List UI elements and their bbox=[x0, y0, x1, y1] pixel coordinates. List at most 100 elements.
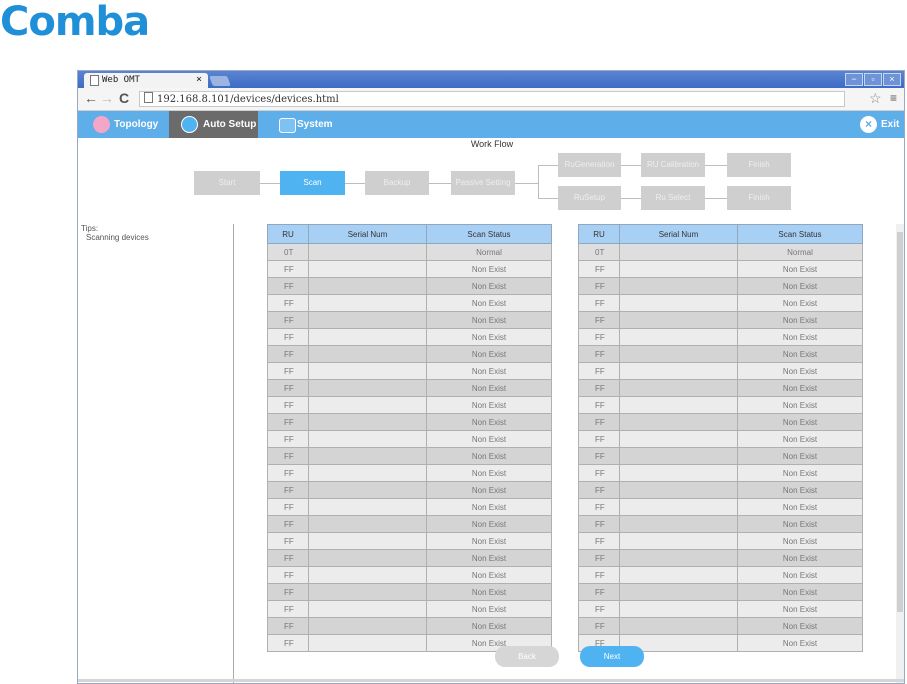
table-row: FF Non Exist bbox=[578, 583, 863, 601]
serial-num-cell bbox=[619, 430, 738, 448]
workflow-title: Work Flow bbox=[470, 139, 514, 149]
menu-topology[interactable]: Topology bbox=[78, 111, 163, 138]
browser-tab[interactable]: Web OMT × bbox=[84, 73, 208, 88]
ru-cell: FF bbox=[578, 515, 620, 533]
scan-status-cell: Non Exist bbox=[426, 617, 552, 635]
comba-logo: Comba bbox=[0, 0, 150, 45]
ru-cell: FF bbox=[267, 464, 309, 482]
next-button[interactable]: Next bbox=[580, 646, 644, 667]
forward-arrow-icon[interactable]: → bbox=[100, 90, 114, 106]
scan-status-cell: Non Exist bbox=[737, 362, 863, 380]
close-window-button[interactable]: × bbox=[883, 73, 901, 86]
scan-status-cell: Non Exist bbox=[426, 481, 552, 499]
serial-num-cell bbox=[619, 515, 738, 533]
address-bar: ← → C 192.168.8.101/devices/devices.html… bbox=[78, 88, 904, 111]
scan-status-cell: Non Exist bbox=[426, 498, 552, 516]
ru-cell: FF bbox=[578, 481, 620, 499]
scan-status-cell: Non Exist bbox=[737, 277, 863, 295]
ru-cell: FF bbox=[578, 260, 620, 278]
page-scrollbar[interactable] bbox=[896, 224, 904, 683]
exit-icon: × bbox=[860, 116, 877, 133]
scan-table-left: RU Serial Num Scan Status 0T Normal FF Non … bbox=[267, 224, 552, 652]
column-header: Serial Num bbox=[308, 224, 427, 244]
serial-num-cell bbox=[619, 549, 738, 567]
serial-num-cell bbox=[308, 566, 427, 584]
ru-cell: FF bbox=[578, 532, 620, 550]
new-tab-button[interactable] bbox=[209, 76, 231, 86]
ru-cell: FF bbox=[578, 379, 620, 397]
ru-cell: 0T bbox=[267, 243, 309, 261]
ru-cell: FF bbox=[267, 583, 309, 601]
scan-status-cell: Non Exist bbox=[426, 260, 552, 278]
column-header: RU bbox=[267, 224, 309, 244]
serial-num-cell bbox=[619, 447, 738, 465]
url-text: 192.168.8.101/devices/devices.html bbox=[157, 94, 339, 105]
scrollbar-thumb[interactable] bbox=[897, 232, 903, 612]
table-row: FF Non Exist bbox=[267, 430, 552, 448]
scan-status-cell: Non Exist bbox=[737, 498, 863, 516]
system-icon bbox=[279, 118, 296, 133]
ru-cell: FF bbox=[267, 515, 309, 533]
menu-exit[interactable]: × Exit bbox=[859, 111, 904, 138]
serial-num-cell bbox=[308, 634, 427, 652]
scan-status-cell: Non Exist bbox=[737, 481, 863, 499]
ru-cell: FF bbox=[267, 396, 309, 414]
scan-status-cell: Non Exist bbox=[737, 447, 863, 465]
step-ru-calibration: RU Calibration bbox=[641, 153, 705, 177]
step-ru-select: Ru Select bbox=[641, 186, 705, 210]
serial-num-cell bbox=[308, 243, 427, 261]
workflow-connector bbox=[538, 165, 558, 166]
serial-num-cell bbox=[619, 413, 738, 431]
ru-cell: FF bbox=[267, 413, 309, 431]
page-icon bbox=[90, 75, 99, 86]
scan-status-cell: Non Exist bbox=[426, 583, 552, 601]
ru-cell: FF bbox=[578, 617, 620, 635]
ru-cell: FF bbox=[267, 498, 309, 516]
scan-status-cell: Non Exist bbox=[737, 549, 863, 567]
ru-cell: FF bbox=[267, 430, 309, 448]
maximize-button[interactable]: ▫ bbox=[864, 73, 882, 86]
serial-num-cell bbox=[308, 328, 427, 346]
ru-cell: FF bbox=[578, 362, 620, 380]
scan-status-cell: Non Exist bbox=[737, 464, 863, 482]
scan-status-cell: Non Exist bbox=[737, 515, 863, 533]
ru-cell: FF bbox=[578, 566, 620, 584]
bookmark-star-icon[interactable]: ☆ bbox=[869, 90, 882, 107]
ru-cell: FF bbox=[578, 345, 620, 363]
column-header: Serial Num bbox=[619, 224, 738, 244]
minimize-button[interactable]: − bbox=[845, 73, 863, 86]
scan-status-cell: Non Exist bbox=[426, 362, 552, 380]
step-start: Start bbox=[194, 171, 260, 195]
step-finish-lower: Finish bbox=[727, 186, 791, 210]
column-header: Scan Status bbox=[426, 224, 552, 244]
menu-auto-setup[interactable]: Auto Setup bbox=[169, 111, 258, 138]
table-row: FF Non Exist bbox=[267, 379, 552, 397]
serial-num-cell bbox=[619, 464, 738, 482]
table-row: FF Non Exist bbox=[267, 464, 552, 482]
serial-num-cell bbox=[619, 498, 738, 516]
step-ru-setup: RuSetup bbox=[558, 186, 621, 210]
back-arrow-icon[interactable]: ← bbox=[84, 90, 98, 106]
tab-close-icon[interactable]: × bbox=[196, 74, 202, 85]
table-row: FF Non Exist bbox=[267, 413, 552, 431]
table-row: FF Non Exist bbox=[578, 362, 863, 380]
serial-num-cell bbox=[619, 328, 738, 346]
back-button[interactable]: Back bbox=[495, 646, 559, 667]
menu-icon[interactable]: ≡ bbox=[890, 91, 897, 105]
serial-num-cell bbox=[308, 515, 427, 533]
menu-system[interactable]: System bbox=[274, 111, 344, 138]
scan-status-cell: Non Exist bbox=[426, 328, 552, 346]
reload-icon[interactable]: C bbox=[119, 90, 129, 106]
ru-cell: FF bbox=[267, 532, 309, 550]
scan-status-cell: Non Exist bbox=[737, 345, 863, 363]
step-backup: Backup bbox=[365, 171, 429, 195]
ru-cell: FF bbox=[578, 294, 620, 312]
table-row: FF Non Exist bbox=[267, 617, 552, 635]
url-field[interactable]: 192.168.8.101/devices/devices.html bbox=[139, 91, 845, 107]
serial-num-cell bbox=[308, 396, 427, 414]
ru-cell: FF bbox=[578, 447, 620, 465]
serial-num-cell bbox=[308, 362, 427, 380]
serial-num-cell bbox=[308, 600, 427, 618]
workflow-connector bbox=[538, 165, 539, 198]
step-scan: Scan bbox=[280, 171, 345, 195]
